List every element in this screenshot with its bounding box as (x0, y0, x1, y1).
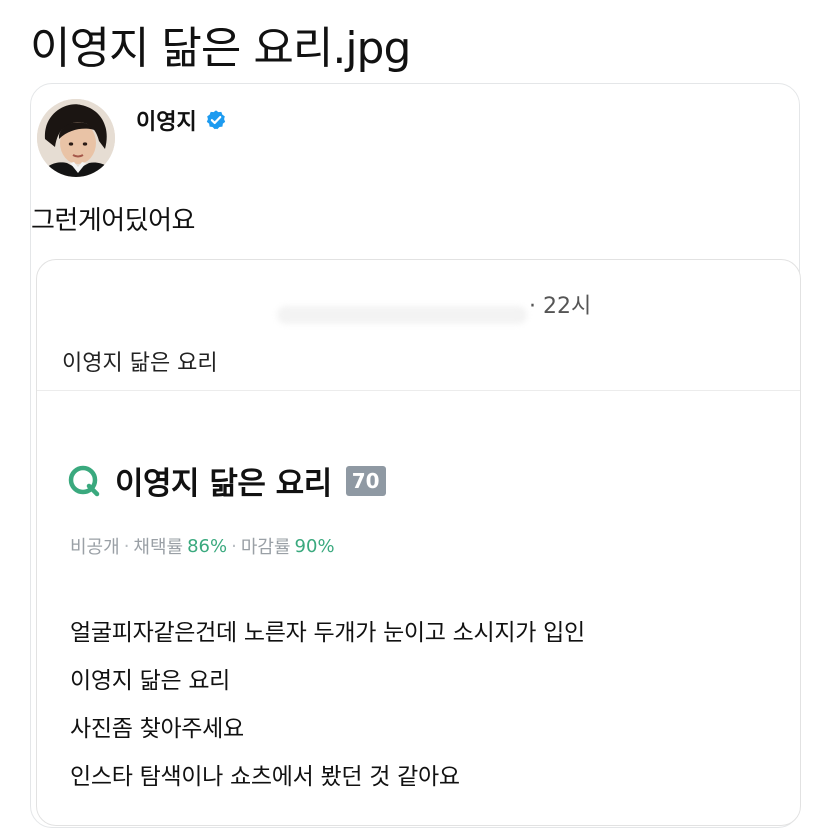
qa-title: 이영지 닮은 요리 (115, 466, 332, 502)
q-icon (68, 465, 100, 496)
qa-body-line: 얼굴피자같은건데 노른자 두개가 눈이고 소시지가 입인 (70, 620, 585, 646)
author-row: 이영지 (136, 104, 227, 136)
qa-adopt-value: 86% (187, 535, 228, 557)
qa-body-line: 사진좀 찾아주세요 (70, 716, 244, 742)
tweet-text: 그런게어딨어요 (31, 206, 195, 236)
page: 이영지 닮은 요리.jpg 이영지 그런게어딨어요 · 22시 이영지 닮은 요… (0, 0, 835, 835)
qa-body-line: 인스타 탐색이나 쇼츠에서 봤던 것 같아요 (70, 764, 460, 790)
qa-body-line: 이영지 닮은 요리 (70, 668, 231, 694)
stats-separator: · (123, 535, 130, 557)
tweet-card[interactable]: 이영지 그런게어딨어요 · 22시 이영지 닮은 요리 이영지 닮은 요리 70 (30, 83, 801, 828)
blurred-author-area (277, 306, 527, 324)
qa-adopt-label: 채택률 (133, 537, 184, 558)
avatar[interactable] (37, 99, 115, 177)
quote-timestamp: · 22시 (529, 294, 592, 319)
quote-text: 이영지 닮은 요리 (62, 351, 218, 376)
qa-body: 얼굴피자같은건데 노른자 두개가 눈이고 소시지가 입인 이영지 닮은 요리 사… (70, 609, 585, 801)
qa-stats: 비공개 · 채택률 86% · 마감률 90% (70, 533, 335, 559)
qa-screenshot: 이영지 닮은 요리 70 비공개 · 채택률 86% · 마감률 90% 얼굴피… (37, 391, 800, 825)
stats-separator: · (231, 535, 237, 557)
qa-title-row: 이영지 닮은 요리 70 (67, 458, 386, 503)
author-name[interactable]: 이영지 (136, 104, 197, 136)
qa-close-label: 마감률 (240, 537, 291, 558)
qa-count-badge: 70 (345, 465, 386, 496)
verified-badge-icon (206, 110, 225, 130)
quoted-post-card[interactable]: · 22시 이영지 닮은 요리 이영지 닮은 요리 70 비공개 · 채택률 8… (36, 259, 801, 826)
qa-visibility: 비공개 (70, 537, 120, 558)
qa-close-value: 90% (294, 535, 335, 557)
post-title: 이영지 닮은 요리.jpg (30, 23, 411, 74)
avatar-image (37, 99, 115, 177)
